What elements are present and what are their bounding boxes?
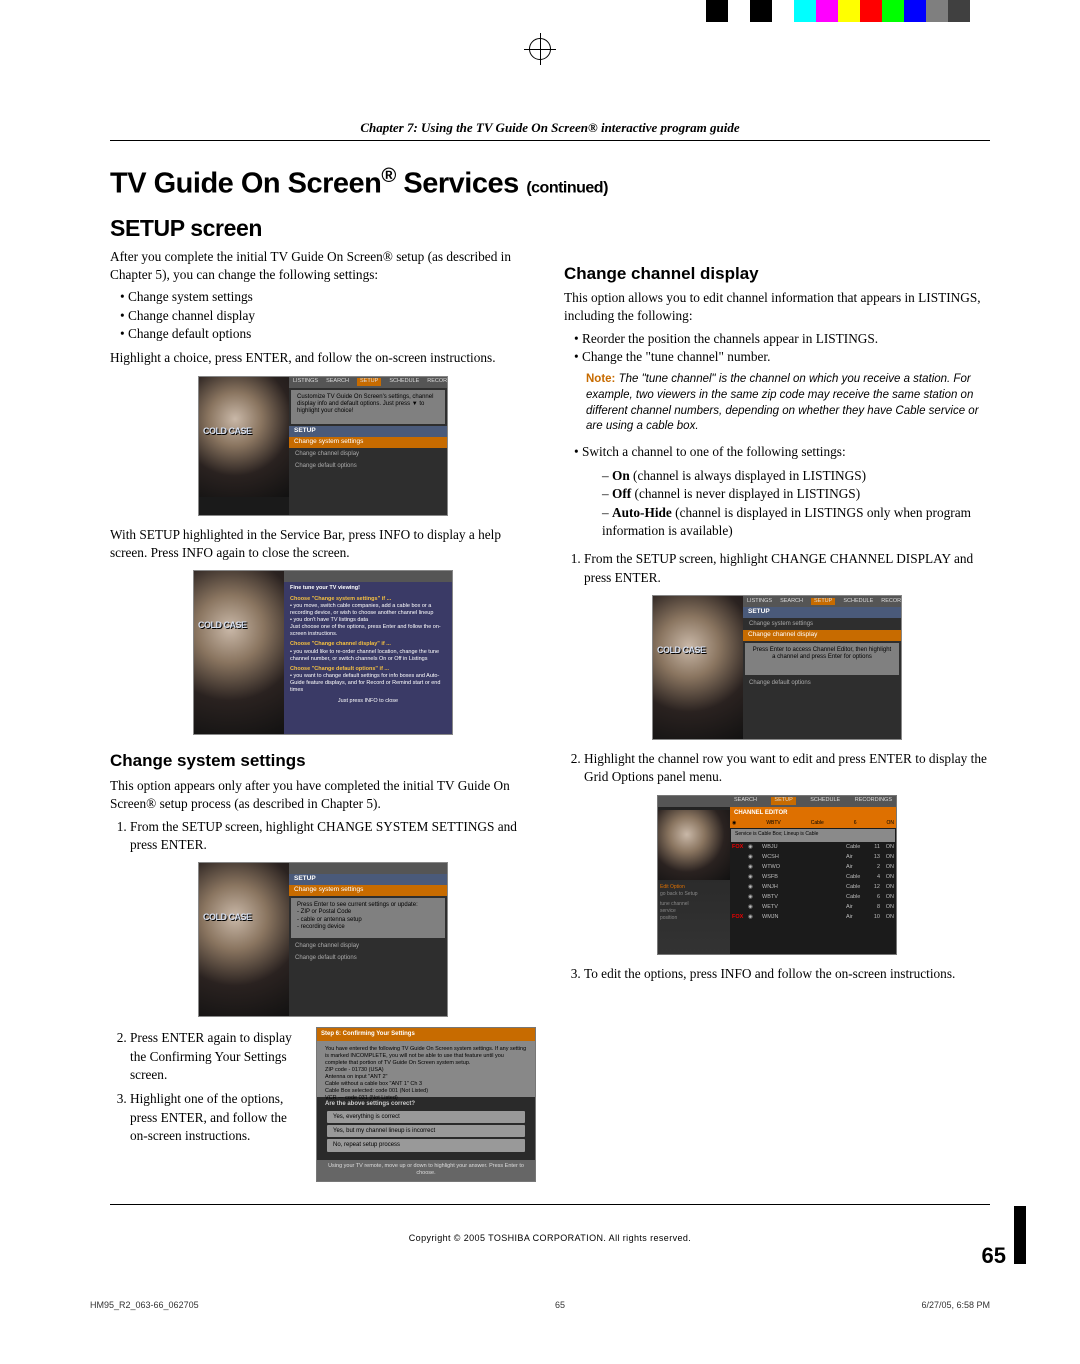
page-title: TV Guide On Screen® Services (continued) [110, 165, 990, 201]
screenshot-ccd-menu: COLD CASE LISTINGSSEARCHSETUPSCHEDULEREC… [652, 595, 902, 740]
left-column: After you complete the initial TV Guide … [110, 248, 536, 1183]
screenshot-confirm-settings: Step 6: Confirming Your Settings You hav… [316, 1027, 536, 1182]
ccd-intro: This option allows you to edit channel i… [564, 289, 990, 326]
ccd-b2: Change the "tune channel" number. [574, 348, 990, 366]
screenshot-setup-help: COLD CASE Fine tune your TV viewing! Cho… [193, 570, 453, 735]
page-number: 65 [982, 1243, 1006, 1269]
copyright-line: Copyright © 2005 TOSHIBA CORPORATION. Al… [110, 1233, 990, 1243]
switch-off: Off (channel is never displayed in LISTI… [564, 485, 990, 503]
switch-autohide: Auto-Hide (channel is displayed in LISTI… [564, 504, 990, 541]
right-column: Change channel display This option allow… [564, 248, 990, 1183]
bullet-change-system: Change system settings [120, 288, 536, 306]
setup-intro: After you complete the initial TV Guide … [110, 248, 536, 285]
screenshot-channel-editor: Edit Option go back to Setup tune channe… [657, 795, 897, 955]
print-footer: HM95_R2_063-66_062705 65 6/27/05, 6:58 P… [90, 1300, 990, 1310]
css-step3: Highlight one of the options, press ENTE… [130, 1090, 302, 1145]
ccd-b3: Switch a channel to one of the following… [574, 443, 990, 461]
edge-tab [1014, 1206, 1026, 1264]
css-intro: This option appears only after you have … [110, 777, 536, 814]
change-channel-heading: Change channel display [564, 262, 990, 285]
ccd-step2: Highlight the channel row you want to ed… [584, 750, 990, 787]
setup-heading: SETUP screen [110, 215, 990, 242]
setup-bullets: Change system settings Change channel di… [110, 288, 536, 343]
ccd-b1: Reorder the position the channels appear… [574, 330, 990, 348]
after-screenshot1: With SETUP highlighted in the Service Ba… [110, 526, 536, 563]
ccd-step1: From the SETUP screen, highlight CHANGE … [584, 550, 990, 587]
bullet-change-default: Change default options [120, 325, 536, 343]
css-step2: Press ENTER again to display the Confirm… [130, 1029, 302, 1084]
tune-channel-note: Note: The "tune channel" is the channel … [586, 372, 990, 434]
chapter-header: Chapter 7: Using the TV Guide On Screen®… [110, 120, 990, 141]
change-system-heading: Change system settings [110, 749, 536, 772]
switch-on: On (channel is always displayed in LISTI… [564, 467, 990, 485]
screenshot-change-system: COLD CASE SETUP Change system settings P… [198, 862, 448, 1017]
ccd-step3: To edit the options, press INFO and foll… [584, 965, 990, 983]
screenshot-setup-main: COLD CASE LISTINGSSEARCHSETUPSCHEDULEREC… [198, 376, 448, 516]
setup-highlight-text: Highlight a choice, press ENTER, and fol… [110, 349, 536, 367]
bullet-change-channel: Change channel display [120, 307, 536, 325]
css-step1: From the SETUP screen, highlight CHANGE … [130, 818, 536, 855]
